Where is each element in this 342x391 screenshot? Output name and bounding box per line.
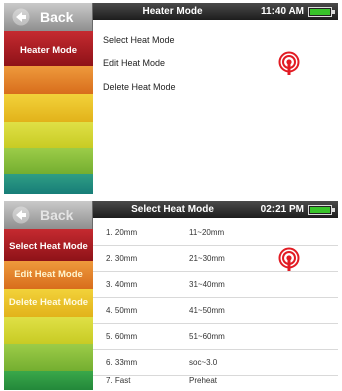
back-button[interactable]: Back [4,3,93,31]
sidebar-band-yellowgreen [4,317,93,344]
heat-mode-row[interactable]: 5. 60mm 51~60mm [93,324,338,350]
heat-mode-range: 51~60mm [189,332,225,341]
battery-icon [308,205,335,215]
battery-icon [308,7,335,17]
heat-mode-name: 3. 40mm [106,280,138,289]
page-title: Select Heat Mode [131,204,214,215]
sidebar-item-edit-heat-mode[interactable]: Edit Heat Mode [4,269,93,280]
heat-mode-range: 11~20mm [189,228,225,237]
heat-mode-row[interactable]: 7. Fast Preheat [93,366,338,390]
select-heat-mode-screen: Select Heat Mode Edit Heat Mode Delete H… [4,201,338,390]
heat-mode-name: 2. 30mm [106,254,138,263]
sidebar-band-green [4,371,93,390]
back-arrow-icon [12,8,30,26]
heat-mode-name: 1. 20mm [106,228,138,237]
heat-mode-name: 7. Fast [106,376,131,385]
sidebar-band-red[interactable]: Heater Mode [4,31,93,66]
sidebar-band-teal [4,174,93,194]
sidebar: Heater Mode Back [4,3,93,194]
heat-mode-range: Preheat [189,376,218,385]
menu-item-select-heat-mode[interactable]: Select Heat Mode [103,35,175,45]
back-label: Back [40,9,74,25]
clock: 11:40 AM [261,6,304,17]
heat-mode-row[interactable]: 2. 30mm 21~30mm [93,246,338,272]
back-button[interactable]: Back [4,201,93,229]
back-arrow-icon [12,206,30,224]
heat-mode-range: 21~30mm [189,254,225,263]
heater-icon [278,247,300,271]
menu-item-delete-heat-mode[interactable]: Delete Heat Mode [103,82,176,92]
sidebar-band-yellow[interactable]: Delete Heat Mode [4,289,93,317]
heat-mode-name: 5. 60mm [106,332,138,341]
sidebar-band-yellowgreen [4,122,93,148]
back-label: Back [40,207,74,223]
sidebar-band-yellow [4,94,93,122]
menu-item-edit-heat-mode[interactable]: Edit Heat Mode [103,58,165,68]
sidebar: Select Heat Mode Edit Heat Mode Delete H… [4,201,93,390]
sidebar-item-heater-mode[interactable]: Heater Mode [4,45,93,56]
header-bar: Heater Mode 11:40 AM [93,3,338,20]
sidebar-item-delete-heat-mode[interactable]: Delete Heat Mode [4,297,93,308]
heat-mode-row[interactable]: 4. 50mm 41~50mm [93,298,338,324]
sidebar-band-red[interactable]: Select Heat Mode [4,229,93,261]
sidebar-item-select-heat-mode[interactable]: Select Heat Mode [4,241,93,252]
sidebar-band-orange[interactable]: Edit Heat Mode [4,261,93,289]
header-bar: Select Heat Mode 02:21 PM [93,201,338,218]
heater-mode-screen: Heater Mode Back Heater Mode 11:40 AM Se… [4,3,338,194]
heater-icon [278,51,300,75]
heat-mode-row[interactable]: 3. 40mm 31~40mm [93,272,338,298]
heat-mode-range: 41~50mm [189,306,225,315]
heat-mode-range: 31~40mm [189,280,225,289]
heat-mode-row[interactable]: 1. 20mm 11~20mm [93,220,338,246]
sidebar-band-lightgreen [4,344,93,371]
heat-mode-name: 4. 50mm [106,306,138,315]
sidebar-band-lightgreen [4,148,93,174]
clock: 02:21 PM [260,204,304,215]
sidebar-band-orange [4,66,93,94]
page-title: Heater Mode [142,6,203,17]
